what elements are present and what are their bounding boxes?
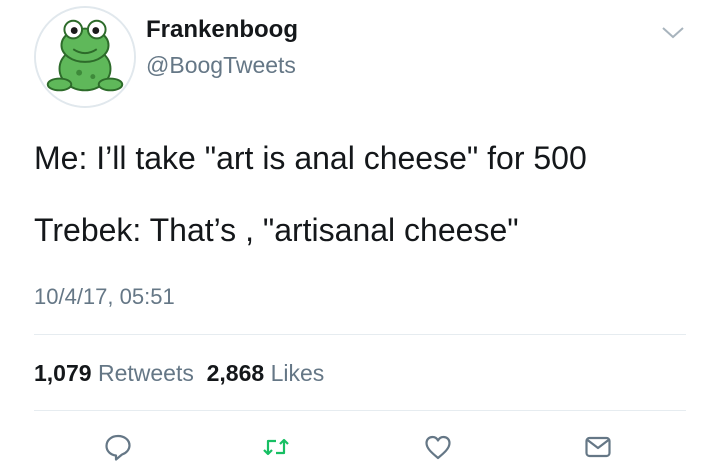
avatar[interactable] <box>34 6 136 108</box>
tweet-line: Trebek: That’s , "artisanal cheese" <box>34 212 519 248</box>
user-handle[interactable]: @BoogTweets <box>146 52 296 79</box>
retweet-button[interactable] <box>256 428 296 466</box>
reply-icon <box>105 434 131 461</box>
divider <box>34 334 686 335</box>
tweet-stats: 1,079 Retweets 2,868 Likes <box>34 360 324 387</box>
tweet-text: Me: I’ll take "art is anal cheese" for 5… <box>34 136 714 252</box>
retweets-label: Retweets <box>97 360 194 386</box>
frog-avatar-icon <box>36 8 134 106</box>
display-name[interactable]: Frankenboog <box>146 16 298 44</box>
likes-label: Likes <box>270 360 325 386</box>
divider <box>34 410 686 411</box>
tweet-actions <box>0 428 720 466</box>
retweet-icon <box>263 438 289 456</box>
retweets-stat[interactable]: 1,079 Retweets <box>34 360 194 386</box>
chevron-down-icon[interactable] <box>660 24 686 42</box>
reply-button[interactable] <box>98 428 138 466</box>
retweets-count: 1,079 <box>34 360 92 386</box>
direct-message-icon <box>585 436 611 458</box>
likes-stat[interactable]: 2,868 Likes <box>207 360 325 386</box>
tweet-line: Me: I’ll take "art is anal cheese" for 5… <box>34 140 587 176</box>
like-icon <box>425 435 451 460</box>
tweet-timestamp[interactable]: 10/4/17, 05:51 <box>34 284 175 310</box>
like-button[interactable] <box>418 428 458 466</box>
likes-count: 2,868 <box>206 360 265 386</box>
direct-message-button[interactable] <box>578 428 618 466</box>
